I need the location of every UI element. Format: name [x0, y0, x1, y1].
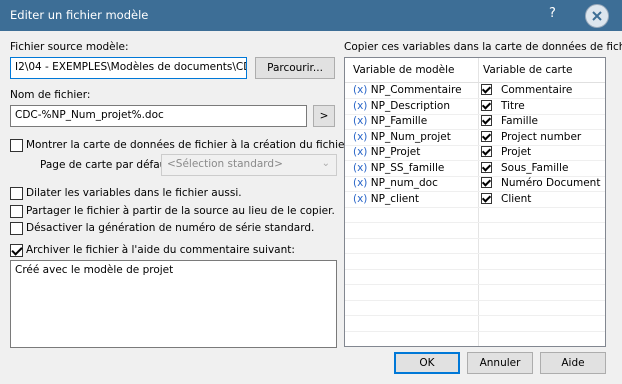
map-variable-cell[interactable]: Commentaire	[501, 84, 572, 96]
copy-variable-checkbox[interactable]	[481, 84, 492, 95]
empty-row	[345, 238, 605, 254]
map-variable-cell[interactable]: Sous_Famille	[501, 162, 568, 174]
title-bar: Editer un fichier modèle ?	[0, 0, 622, 31]
column-header-template[interactable]: Variable de modèle	[353, 64, 454, 76]
archive-comment-label: Archiver le fichier à l'aide du commenta…	[26, 244, 295, 256]
map-variable-cell[interactable]: Project number	[501, 131, 581, 143]
dilate-variables-checkbox[interactable]	[10, 187, 23, 200]
copy-variable-checkbox[interactable]	[481, 130, 492, 142]
empty-row	[345, 331, 605, 346]
comment-text: Créé avec le modèle de projet	[15, 264, 174, 276]
variable-icon: (x)	[353, 115, 368, 127]
template-variable-name: NP_SS_famille	[370, 161, 445, 174]
map-variable-cell[interactable]: Famille	[501, 115, 538, 127]
ok-button[interactable]: OK	[394, 352, 460, 374]
empty-row	[345, 300, 605, 316]
template-variable-cell: (x) NP_Description	[353, 100, 450, 112]
template-variable-name: NP_Commentaire	[370, 84, 462, 96]
chevron-down-icon: ⌄	[321, 158, 330, 169]
table-row[interactable]: (x) NP_Commentaire Commentaire	[345, 83, 605, 99]
disable-serial-checkbox[interactable]	[10, 222, 23, 235]
variables-heading: Copier ces variables dans la carte de do…	[344, 41, 622, 53]
disable-serial-label: Désactiver la génération de numéro de sé…	[26, 222, 315, 234]
copy-variable-checkbox[interactable]	[481, 192, 492, 204]
empty-row	[345, 254, 605, 270]
map-variable-cell[interactable]: Titre	[501, 100, 525, 112]
variable-icon: (x)	[353, 99, 368, 112]
empty-row	[345, 223, 605, 239]
copy-variable-checkbox[interactable]	[481, 177, 492, 188]
empty-row	[345, 347, 605, 348]
source-file-label: Fichier source modèle:	[10, 41, 129, 53]
archive-comment-checkbox[interactable]	[10, 244, 23, 257]
variable-icon: (x)	[353, 192, 368, 205]
share-file-label: Partager le fichier à partir de la sourc…	[26, 205, 335, 217]
template-variable-name: NP_num_doc	[370, 177, 438, 189]
empty-row	[345, 316, 605, 332]
comment-textarea[interactable]: Créé avec le modèle de projet	[10, 260, 337, 348]
template-variable-name: NP_Num_projet	[370, 130, 451, 143]
copy-variable-checkbox[interactable]	[481, 115, 492, 126]
template-variable-cell: (x) NP_client	[353, 193, 419, 205]
copy-variable-checkbox[interactable]	[481, 146, 492, 157]
source-file-input[interactable]: I2\04 - EXEMPLES\Modèles de documents\CD…	[10, 57, 247, 79]
default-page-value: <Sélection standard>	[167, 158, 283, 170]
table-row[interactable]: (x) NP_Projet Projet	[345, 145, 605, 161]
variable-icon: (x)	[353, 84, 368, 96]
table-row[interactable]: (x) NP_Description Titre	[345, 99, 605, 115]
template-variable-cell: (x) NP_Projet	[353, 146, 420, 158]
browse-button[interactable]: Parcourir...	[255, 57, 335, 79]
template-variable-cell: (x) NP_num_doc	[353, 177, 438, 189]
variables-grid: Variable de modèle Variable de carte (x)…	[344, 57, 606, 347]
dilate-variables-label: Dilater les variables dans le fichier au…	[26, 187, 242, 199]
cancel-button[interactable]: Annuler	[467, 352, 533, 374]
show-map-label: Montrer la carte de données de fichier à…	[26, 139, 352, 151]
table-row[interactable]: (x) NP_Famille Famille	[345, 114, 605, 130]
help-icon[interactable]: ?	[549, 6, 556, 21]
dialog-window: Editer un fichier modèle ? Fichier sourc…	[0, 0, 622, 384]
grid-header: Variable de modèle Variable de carte	[345, 58, 605, 83]
filename-label: Nom de fichier:	[10, 89, 91, 101]
map-variable-cell[interactable]: Projet	[501, 146, 531, 158]
table-row[interactable]: (x) NP_SS_famille Sous_Famille	[345, 161, 605, 177]
variable-icon: (x)	[353, 130, 368, 143]
table-row[interactable]: (x) NP_Num_projet Project number	[345, 130, 605, 146]
variable-icon: (x)	[353, 146, 368, 158]
insert-variable-button[interactable]: >	[313, 105, 335, 127]
variable-icon: (x)	[353, 177, 368, 189]
filename-input[interactable]: CDC-%NP_Num_projet%.doc	[10, 105, 307, 127]
table-row[interactable]: (x) NP_num_doc Numéro Document	[345, 176, 605, 192]
map-variable-cell[interactable]: Numéro Document	[501, 177, 600, 189]
default-page-select: <Sélection standard> ⌄	[161, 154, 337, 176]
template-variable-cell: (x) NP_Num_projet	[353, 131, 451, 143]
variable-icon: (x)	[353, 161, 368, 174]
template-variable-cell: (x) NP_SS_famille	[353, 162, 444, 174]
template-variable-name: NP_client	[370, 192, 420, 205]
default-page-label: Page de carte par défaut:	[40, 159, 174, 171]
help-button[interactable]: Aide	[540, 352, 606, 374]
empty-row	[345, 285, 605, 301]
column-header-map[interactable]: Variable de carte	[483, 64, 572, 76]
template-variable-name: NP_Projet	[370, 146, 421, 158]
template-variable-name: NP_Famille	[370, 115, 428, 127]
window-title: Editer un fichier modèle	[10, 8, 149, 22]
copy-variable-checkbox[interactable]	[481, 99, 492, 111]
empty-row	[345, 269, 605, 285]
template-variable-name: NP_Description	[370, 99, 451, 112]
show-map-checkbox[interactable]	[10, 139, 23, 152]
template-variable-cell: (x) NP_Famille	[353, 115, 427, 127]
share-file-checkbox[interactable]	[10, 205, 23, 218]
map-variable-cell[interactable]: Client	[501, 193, 531, 205]
empty-row	[345, 207, 605, 223]
copy-variable-checkbox[interactable]	[481, 161, 492, 173]
close-icon[interactable]	[585, 4, 609, 28]
table-row[interactable]: (x) NP_client Client	[345, 192, 605, 208]
template-variable-cell: (x) NP_Commentaire	[353, 84, 462, 96]
